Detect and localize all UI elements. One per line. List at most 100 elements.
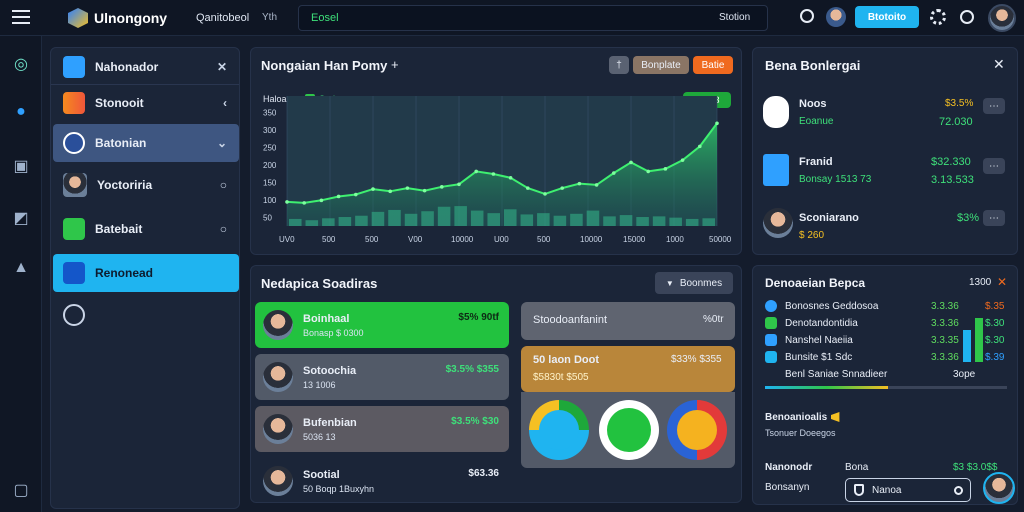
- summary-val: %0tr: [703, 314, 724, 325]
- news-label: Bonosnes Geddosoa: [785, 300, 879, 312]
- news-bar-blue: [963, 330, 971, 362]
- news-label: Benl Saniae Snnadieer: [785, 368, 888, 380]
- series-point: [388, 189, 392, 194]
- leader-row[interactable]: Boinhaal Bonasp $ 0300 $5% 90tf: [255, 302, 509, 348]
- user-icon[interactable]: ▲: [11, 258, 31, 278]
- alert-sub: Bonsay 1513 73: [799, 174, 872, 185]
- settings-icon[interactable]: [930, 9, 946, 25]
- y-tick-label: 50: [263, 213, 272, 222]
- leader-row[interactable]: Sotoochia 13 1006 $3.5% $355: [255, 354, 509, 400]
- shield-icon: [63, 132, 85, 154]
- highlight-card[interactable]: 50 laon Doot $5830t $505 $33% $355: [521, 346, 735, 392]
- footer-vals: $3 $3.0$$: [953, 462, 998, 473]
- x-tick-label: 500: [537, 235, 551, 244]
- close-icon[interactable]: ✕: [997, 275, 1007, 289]
- chevron-down-icon[interactable]: ⌄: [217, 136, 227, 150]
- leader-sub: Bonasp $ 0300: [303, 327, 364, 338]
- close-icon[interactable]: ✕: [993, 56, 1005, 73]
- sidebar-item-batebait[interactable]: Batebait ○: [53, 210, 239, 248]
- series-point: [405, 186, 410, 190]
- news-progress: [765, 386, 1007, 389]
- y-tick-label: 150: [263, 178, 277, 187]
- monitor-icon: [765, 334, 777, 346]
- sidebar-item-stonooit[interactable]: Stonooit ‹: [53, 84, 239, 122]
- gear-icon[interactable]: [800, 9, 814, 23]
- news-v2: $.30: [985, 317, 1005, 329]
- series-point: [698, 144, 702, 149]
- target-icon[interactable]: ◎: [11, 54, 31, 74]
- x-tick-label: 500: [322, 235, 336, 244]
- profile-avatar[interactable]: [988, 4, 1016, 32]
- avatar: [263, 466, 293, 496]
- x-tick-label: 10000: [451, 235, 474, 244]
- summary-card[interactable]: Stoodoanfanint %0tr: [521, 302, 735, 340]
- series-point: [594, 183, 599, 187]
- search-input-right: Stotion: [719, 12, 751, 23]
- alert-row[interactable]: Franid Bonsay 1513 73 $32.330 3.13.533 ⋯: [763, 152, 1009, 192]
- news-v1: 3.3.36: [931, 317, 959, 329]
- leader-sub: 5036 13: [303, 431, 336, 442]
- top-action-button[interactable]: Btotoito: [855, 6, 919, 28]
- radio-icon[interactable]: ○: [220, 222, 227, 236]
- menu-icon[interactable]: [12, 10, 30, 24]
- y-tick-label: 350: [263, 109, 277, 118]
- top-bar: Ulnongony Qanitobeol Yth Eosel Stotion B…: [0, 0, 1024, 36]
- sidebar-item-yoctoriria[interactable]: Yoctoriria ○: [53, 166, 239, 204]
- camera-icon[interactable]: ▢: [11, 480, 31, 500]
- highlight-val: $33% $355: [671, 354, 722, 365]
- leader-row[interactable]: Sootial 50 Boqp 1Buxyhn $63.36: [255, 458, 509, 504]
- series-point: [543, 192, 547, 196]
- globe-icon[interactable]: ●: [11, 102, 31, 122]
- news-row[interactable]: Denotandontidia 3.3.36 $.30: [765, 315, 1007, 331]
- footer-title: Benoanioalis: [765, 412, 828, 423]
- leader-val: $3.5% $30: [451, 416, 499, 427]
- search-input[interactable]: Eosel Stotion: [298, 5, 768, 31]
- capsule-icon: [763, 96, 789, 128]
- close-icon[interactable]: ✕: [217, 60, 227, 74]
- sidebar-item-nahonador[interactable]: Nahonador ✕: [53, 48, 239, 86]
- leader-sub: 50 Boqp 1Buxyhn: [303, 483, 375, 494]
- sidebar-item-renonead[interactable]: Renonead: [53, 254, 239, 292]
- search-label[interactable]: Qanitobeol: [196, 12, 249, 24]
- footer-left: Nanonodr: [765, 462, 813, 473]
- footer-sub: Tsonuer Doeegos: [765, 428, 836, 438]
- alert-name: Noos: [799, 98, 827, 110]
- footer-search-input[interactable]: Nanoa: [845, 478, 971, 502]
- leader-row[interactable]: Bufenbian 5036 13 $3.5% $30: [255, 406, 509, 452]
- filter-button[interactable]: ▼ Boonmes: [655, 272, 733, 294]
- notification-icon[interactable]: ▣: [11, 156, 31, 176]
- alert-row[interactable]: Sconiarano $ 260 $3% ⋯: [763, 208, 1009, 244]
- more-button[interactable]: ⋯: [983, 210, 1005, 226]
- shield-icon: [854, 484, 864, 496]
- news-bar-green: [975, 318, 983, 362]
- sidebar-item-shield[interactable]: [53, 296, 239, 334]
- highlight-label: 50 laon Doot: [533, 354, 600, 366]
- settings-gear-icon[interactable]: [960, 10, 974, 24]
- check-icon: [765, 300, 777, 312]
- news-row[interactable]: Bonosnes Geddosoa 3.3.36 $.35: [765, 298, 1007, 314]
- news-label: Denotandontidia: [785, 317, 858, 329]
- area-chart: 50 100 150 200 250 300 350 UV0 500 500 V00 10000 U00…: [263, 96, 732, 244]
- y-tick-label: 200: [263, 161, 277, 170]
- user-avatar-small[interactable]: [826, 7, 846, 27]
- leader-name: Boinhaal: [303, 312, 350, 325]
- plant-icon: [63, 218, 85, 240]
- series-point: [371, 187, 375, 191]
- news-value: 1300: [969, 277, 992, 288]
- alert-val1: $32.330: [931, 156, 971, 168]
- more-button[interactable]: ⋯: [983, 158, 1005, 174]
- alert-val1: $3%: [957, 212, 980, 224]
- chevron-left-icon[interactable]: ‹: [223, 96, 227, 110]
- chart-icon[interactable]: ◩: [11, 208, 31, 228]
- leader-name: Sotoochia: [303, 364, 357, 377]
- news-row[interactable]: Benl Saniae Snnadieer 3ope: [765, 366, 1007, 382]
- footer-mid: Bona: [845, 462, 869, 473]
- news-v1: 3.3.35: [931, 334, 959, 346]
- radio-icon[interactable]: ○: [220, 178, 227, 192]
- more-button[interactable]: ⋯: [983, 98, 1005, 114]
- alert-row[interactable]: Noos Eoanue $3.5% 72.030 ⋯: [763, 94, 1009, 130]
- sidebar-item-batonian[interactable]: Batonian ⌄: [53, 124, 239, 162]
- x-tick-label: UV0: [279, 235, 295, 244]
- main-chart-panel: Nongaian Han Pomy + † Bonplate Batie Hal…: [250, 47, 742, 255]
- support-avatar[interactable]: [983, 472, 1015, 504]
